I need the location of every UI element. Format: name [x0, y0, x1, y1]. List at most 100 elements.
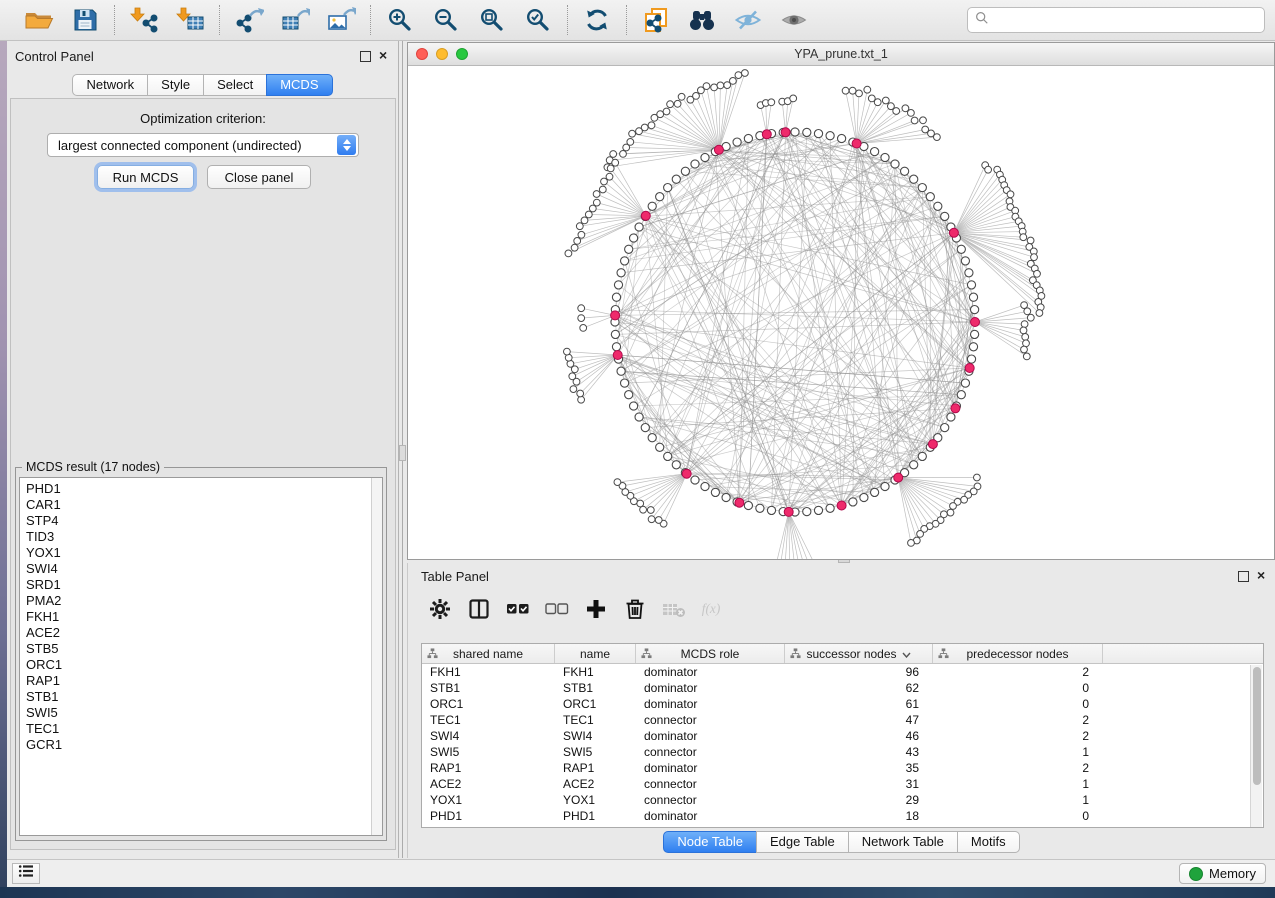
deselect-all-icon[interactable]: [543, 595, 571, 623]
leaf-node[interactable]: [1024, 308, 1031, 315]
table-scrollbar[interactable]: [1250, 665, 1262, 828]
splitter-grip[interactable]: [399, 445, 406, 461]
leaf-node[interactable]: [627, 139, 634, 146]
ring-node[interactable]: [791, 128, 799, 136]
leaf-node[interactable]: [614, 479, 621, 486]
hide-graphics-details-icon[interactable]: [733, 6, 763, 34]
mcds-result-item[interactable]: SRD1: [20, 577, 382, 593]
ring-node[interactable]: [691, 476, 699, 484]
leaf-node[interactable]: [578, 231, 585, 238]
mcds-hub-node[interactable]: [641, 211, 650, 220]
show-graphics-details-icon[interactable]: [779, 6, 809, 34]
save-icon[interactable]: [70, 6, 100, 34]
leaf-node[interactable]: [648, 516, 655, 523]
leaf-node[interactable]: [768, 99, 775, 106]
leaf-node[interactable]: [1023, 353, 1030, 360]
ring-node[interactable]: [656, 193, 664, 201]
mcds-hub-node[interactable]: [611, 311, 620, 320]
ring-node[interactable]: [814, 130, 822, 138]
memory-button[interactable]: Memory: [1179, 863, 1266, 884]
leaf-node[interactable]: [1036, 310, 1043, 317]
ring-node[interactable]: [901, 167, 909, 175]
leaf-node[interactable]: [578, 305, 585, 312]
ring-node[interactable]: [625, 391, 633, 399]
ring-node[interactable]: [672, 461, 680, 469]
mcds-result-list[interactable]: PHD1CAR1STP4TID3YOX1SWI4SRD1PMA2FKH1ACE2…: [19, 477, 383, 836]
select-all-icon[interactable]: [504, 595, 532, 623]
leaf-node[interactable]: [856, 90, 863, 97]
leaf-node[interactable]: [790, 95, 797, 102]
search-input[interactable]: [995, 12, 1257, 29]
leaf-node[interactable]: [1031, 254, 1038, 261]
ring-node[interactable]: [910, 175, 918, 183]
leaf-node[interactable]: [655, 517, 662, 524]
ring-node[interactable]: [961, 379, 969, 387]
ring-node[interactable]: [744, 134, 752, 142]
ring-node[interactable]: [756, 504, 764, 512]
leaf-node[interactable]: [607, 165, 614, 172]
ring-node[interactable]: [881, 482, 889, 490]
ring-node[interactable]: [871, 488, 879, 496]
mcds-result-item[interactable]: YOX1: [20, 545, 382, 561]
leaf-node[interactable]: [576, 223, 583, 230]
leaf-node[interactable]: [577, 390, 584, 397]
ring-node[interactable]: [711, 488, 719, 496]
leaf-node[interactable]: [961, 496, 968, 503]
tab-style[interactable]: Style: [147, 74, 204, 96]
leaf-node[interactable]: [920, 117, 927, 124]
leaf-node[interactable]: [606, 173, 613, 180]
leaf-node[interactable]: [599, 186, 606, 193]
leaf-node[interactable]: [1021, 302, 1028, 309]
ring-node[interactable]: [621, 257, 629, 265]
leaf-node[interactable]: [629, 130, 636, 137]
vertical-splitter[interactable]: [399, 41, 407, 858]
mcds-hub-node[interactable]: [852, 139, 861, 148]
ring-node[interactable]: [630, 234, 638, 242]
table-row[interactable]: FKH1FKH1dominator962: [422, 664, 1263, 680]
mcds-result-item[interactable]: PMA2: [20, 593, 382, 609]
ring-node[interactable]: [967, 355, 975, 363]
ring-node[interactable]: [849, 498, 857, 506]
ring-node[interactable]: [617, 269, 625, 277]
ring-node[interactable]: [701, 153, 709, 161]
leaf-node[interactable]: [1021, 321, 1028, 328]
leaf-node[interactable]: [917, 531, 924, 538]
table-row[interactable]: SWI5SWI5connector431: [422, 744, 1263, 760]
ring-node[interactable]: [881, 153, 889, 161]
leaf-node[interactable]: [711, 84, 718, 91]
ring-node[interactable]: [641, 424, 649, 432]
mcds-hub-node[interactable]: [762, 130, 771, 139]
ring-node[interactable]: [635, 413, 643, 421]
zoom-out-icon[interactable]: [431, 6, 461, 34]
leaf-node[interactable]: [703, 83, 710, 90]
run-mcds-button[interactable]: Run MCDS: [97, 165, 194, 189]
ring-node[interactable]: [611, 330, 619, 338]
mcds-result-item[interactable]: SWI4: [20, 561, 382, 577]
tab-motifs[interactable]: Motifs: [957, 831, 1020, 853]
ring-node[interactable]: [947, 413, 955, 421]
ring-node[interactable]: [971, 330, 979, 338]
search-box[interactable]: [967, 7, 1265, 33]
float-panel-icon[interactable]: [360, 51, 371, 62]
mcds-result-item[interactable]: CAR1: [20, 497, 382, 513]
leaf-node[interactable]: [1020, 327, 1027, 334]
ring-node[interactable]: [803, 508, 811, 516]
mcds-result-item[interactable]: STB5: [20, 641, 382, 657]
ring-node[interactable]: [957, 391, 965, 399]
tab-network-table[interactable]: Network Table: [848, 831, 958, 853]
ring-node[interactable]: [871, 148, 879, 156]
leaf-node[interactable]: [564, 348, 571, 355]
leaf-node[interactable]: [730, 78, 737, 85]
leaf-node[interactable]: [641, 124, 648, 131]
network-window-titlebar[interactable]: YPA_prune.txt_1: [408, 43, 1274, 66]
leaf-node[interactable]: [1034, 270, 1041, 277]
leaf-node[interactable]: [593, 191, 600, 198]
leaf-node[interactable]: [574, 238, 581, 245]
export-table-icon[interactable]: [280, 6, 310, 34]
import-table-icon[interactable]: [175, 6, 205, 34]
ring-node[interactable]: [664, 452, 672, 460]
leaf-node[interactable]: [569, 373, 576, 380]
table-row[interactable]: PHD1PHD1dominator180: [422, 808, 1263, 824]
leaf-node[interactable]: [908, 540, 915, 547]
ring-node[interactable]: [672, 175, 680, 183]
